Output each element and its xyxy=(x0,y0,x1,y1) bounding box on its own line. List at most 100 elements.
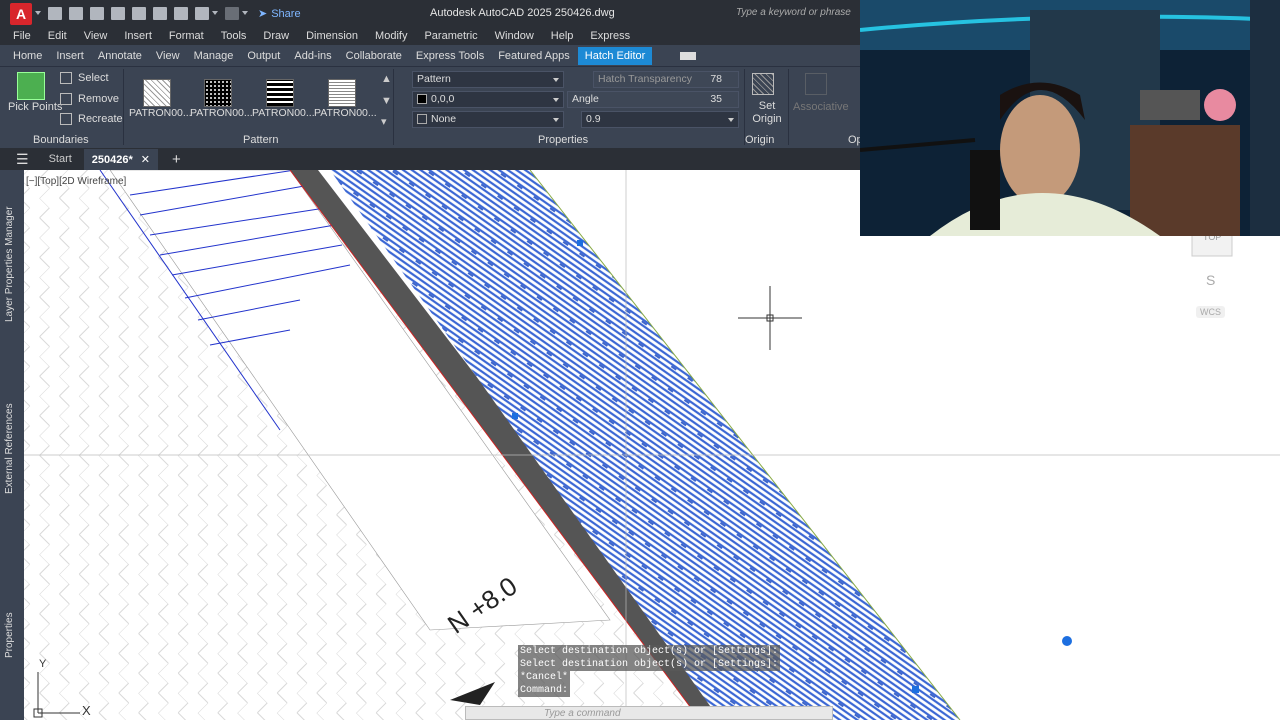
tab-output[interactable]: Output xyxy=(247,50,280,62)
hatch-type-select[interactable]: Pattern xyxy=(412,71,564,88)
customize-toolbar-icon[interactable] xyxy=(242,10,248,17)
ribbon-minimize-icon[interactable] xyxy=(680,51,697,60)
origin-panel-label[interactable]: Origin xyxy=(745,134,774,146)
tab-annotate[interactable]: Annotate xyxy=(98,50,142,62)
file-tab-label: 250426* xyxy=(91,153,133,166)
tab-properties[interactable]: Properties xyxy=(4,612,15,658)
command-line: Command: xyxy=(518,684,571,697)
web-open-icon[interactable] xyxy=(132,7,146,20)
scale-spinner[interactable]: 0.9 xyxy=(581,111,739,128)
app-menu-button[interactable]: A xyxy=(10,2,32,25)
transparency-slider[interactable]: Hatch Transparency 78 xyxy=(593,71,739,88)
recreate-boundary-button[interactable]: Recreate xyxy=(78,113,123,125)
command-input[interactable]: Type a command xyxy=(544,708,621,719)
tab-view[interactable]: View xyxy=(156,50,180,62)
open-file-icon[interactable] xyxy=(69,7,83,20)
web-save-icon[interactable] xyxy=(153,7,167,20)
drawing-canvas[interactable] xyxy=(0,169,1280,720)
command-input-bar[interactable]: Type a command xyxy=(465,706,833,720)
pick-points-button[interactable]: Pick Points xyxy=(8,101,62,113)
cursor-crosshair xyxy=(738,286,802,350)
hatch-color-value: 0,0,0 xyxy=(431,93,455,105)
remove-boundary-icon xyxy=(60,93,72,105)
menu-file[interactable]: File xyxy=(13,30,31,42)
tab-250426[interactable]: 250426* ✕ xyxy=(83,148,159,170)
redo-icon[interactable] xyxy=(225,7,239,20)
command-line: Select destination object(s) or [Setting… xyxy=(518,645,781,658)
expand-gallery-icon[interactable]: ▾ xyxy=(381,115,387,128)
save-icon[interactable] xyxy=(90,7,104,20)
pattern-swatch[interactable] xyxy=(328,79,356,107)
menu-draw[interactable]: Draw xyxy=(263,30,289,42)
menu-dimension[interactable]: Dimension xyxy=(306,30,358,42)
share-button[interactable]: ➤ Share xyxy=(258,7,301,21)
save-as-icon[interactable] xyxy=(111,7,125,20)
undo-icon[interactable] xyxy=(195,7,209,20)
tab-express-tools[interactable]: Express Tools xyxy=(416,50,484,62)
select-boundary-button[interactable]: Select xyxy=(78,72,109,84)
properties-panel-label[interactable]: Properties xyxy=(538,134,588,146)
viewport-controls[interactable]: [−][Top][2D Wireframe] xyxy=(26,176,126,187)
close-tab-icon[interactable]: ✕ xyxy=(141,154,150,166)
menu-insert[interactable]: Insert xyxy=(124,30,152,42)
angle-value: 35 xyxy=(710,93,722,105)
new-file-icon[interactable] xyxy=(48,7,62,20)
menu-format[interactable]: Format xyxy=(169,30,204,42)
grip[interactable] xyxy=(512,413,518,419)
background-color-select[interactable]: None xyxy=(412,111,564,128)
menu-view[interactable]: View xyxy=(84,30,108,42)
tab-featured-apps[interactable]: Featured Apps xyxy=(498,50,570,62)
new-tab-icon[interactable]: + xyxy=(172,151,181,168)
command-line: Select destination object(s) or [Setting… xyxy=(518,658,781,671)
hamburger-menu-icon[interactable]: ☰ xyxy=(16,151,29,168)
ucs-y-label: Y xyxy=(39,658,47,670)
remove-boundary-button[interactable]: Remove xyxy=(78,93,119,105)
wcs-menu[interactable]: WCS xyxy=(1196,306,1225,318)
scroll-up-icon[interactable]: ▲ xyxy=(381,73,392,85)
associative-icon[interactable] xyxy=(805,73,827,95)
pattern-swatch[interactable] xyxy=(204,79,232,107)
pattern-swatch[interactable] xyxy=(143,79,171,107)
tab-start[interactable]: Start xyxy=(49,153,72,165)
menu-parametric[interactable]: Parametric xyxy=(424,30,477,42)
menu-express[interactable]: Express xyxy=(590,30,630,42)
tab-layer-properties[interactable]: Layer Properties Manager xyxy=(4,206,15,322)
menu-edit[interactable]: Edit xyxy=(48,30,67,42)
undo-dropdown-icon[interactable] xyxy=(212,10,218,17)
set-origin-button[interactable]: Set Origin xyxy=(752,100,782,126)
angle-slider[interactable]: Angle 35 xyxy=(567,91,739,108)
ribbon-tabs: Home Insert Annotate View Manage Output … xyxy=(0,45,860,66)
tab-home[interactable]: Home xyxy=(13,50,42,62)
share-label: Share xyxy=(271,7,301,20)
grip[interactable] xyxy=(577,240,583,246)
drawing-svg xyxy=(24,169,1280,720)
scroll-down-icon[interactable]: ▼ xyxy=(381,95,392,107)
tab-manage[interactable]: Manage xyxy=(194,50,234,62)
hatch-color-select[interactable]: 0,0,0 xyxy=(412,91,564,108)
search-input[interactable]: Type a keyword or phrase xyxy=(732,5,860,22)
menu-bar: File Edit View Insert Format Tools Draw … xyxy=(0,27,860,45)
pattern-label: PATRON00... xyxy=(252,107,315,119)
hatch-center-grip[interactable] xyxy=(1062,636,1072,646)
pattern-panel-label: Pattern xyxy=(243,134,279,146)
ucs-x-label: X xyxy=(82,703,91,718)
menu-modify[interactable]: Modify xyxy=(375,30,407,42)
menu-window[interactable]: Window xyxy=(495,30,534,42)
tab-external-references[interactable]: External References xyxy=(4,403,15,494)
set-origin-icon[interactable] xyxy=(752,73,774,95)
pattern-swatch[interactable] xyxy=(266,79,294,107)
tab-hatch-editor[interactable]: Hatch Editor xyxy=(577,46,653,65)
tab-add-ins[interactable]: Add-ins xyxy=(294,50,331,62)
tab-insert[interactable]: Insert xyxy=(56,50,84,62)
print-icon[interactable] xyxy=(174,7,188,20)
app-menu-chevron-icon[interactable] xyxy=(35,10,41,17)
pick-points-icon[interactable] xyxy=(17,72,45,100)
associative-button[interactable]: Associative xyxy=(793,101,849,113)
boundaries-panel-label[interactable]: Boundaries xyxy=(33,134,89,146)
pattern-label: PATRON00... xyxy=(129,107,192,119)
grip[interactable] xyxy=(912,686,919,693)
no-color-icon xyxy=(417,114,427,125)
menu-help[interactable]: Help xyxy=(551,30,574,42)
menu-tools[interactable]: Tools xyxy=(221,30,247,42)
tab-collaborate[interactable]: Collaborate xyxy=(346,50,402,62)
